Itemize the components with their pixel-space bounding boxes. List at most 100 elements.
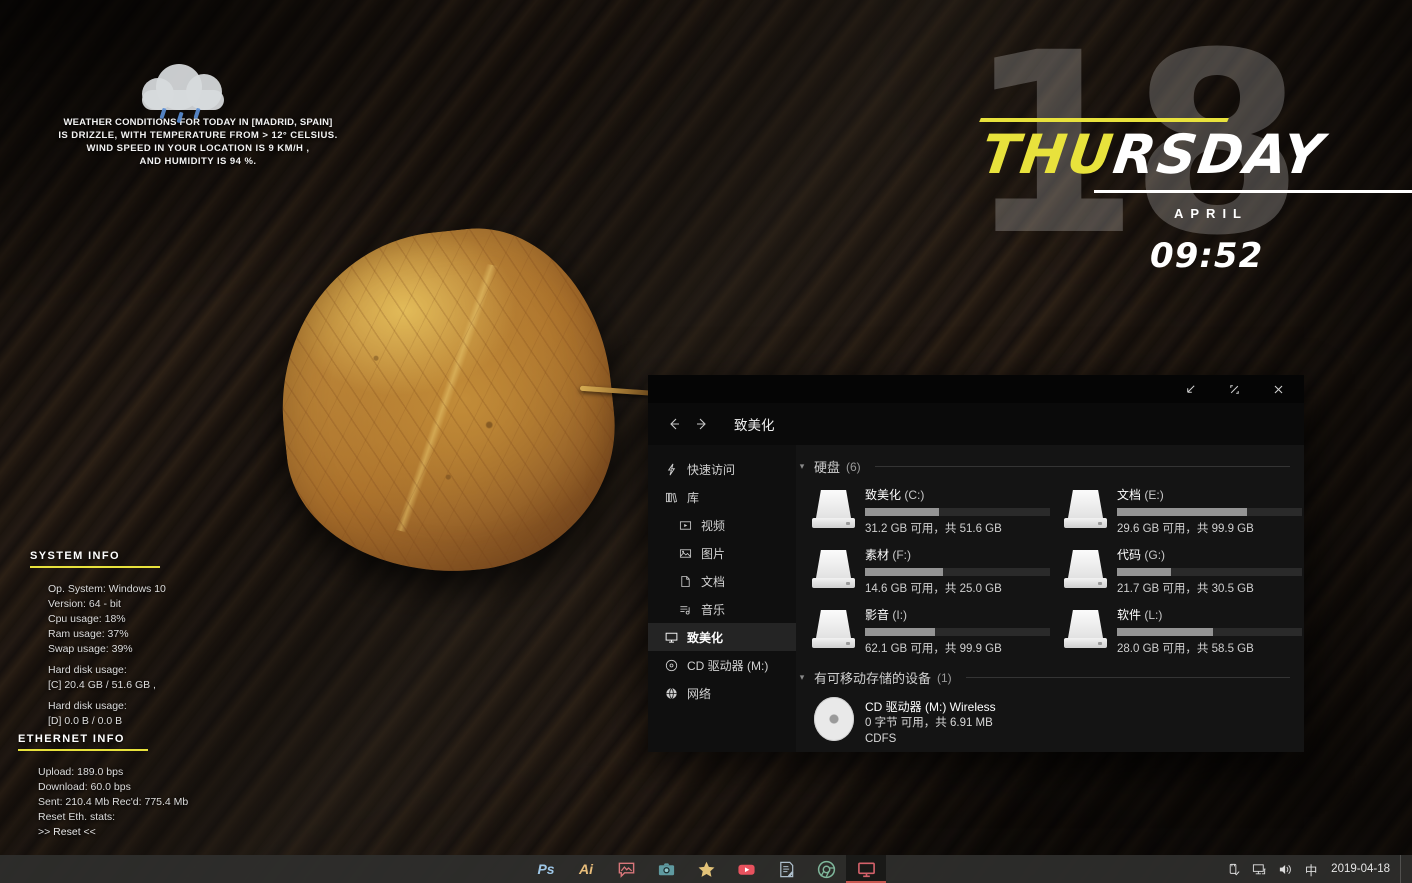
sidebar-label: 网络 <box>687 686 712 701</box>
day-name-rest: RSDAY <box>1109 123 1329 186</box>
content-pane[interactable]: ▾ 硬盘 (6) 致美化 (C:) 31.2 GB 可用，共 51.6 GB 文… <box>796 445 1304 752</box>
desktop[interactable]: WEATHER CONDITIONS FOR TODAY IN [MADRID,… <box>0 0 1412 883</box>
sidebar-item-cd-drive[interactable]: CD 驱动器 (M:) <box>648 651 796 679</box>
system-info-ram: Ram usage: 37% <box>48 628 129 640</box>
cloud-rain-icon <box>58 56 338 124</box>
ime-indicator[interactable]: 中 <box>1299 855 1323 883</box>
taskbar-item-favorites[interactable] <box>686 855 726 883</box>
sidebar-item-documents[interactable]: 文档 <box>648 567 796 595</box>
ethernet-info-widget: ETHERNET INFO Upload: 189.0 bps Download… <box>18 733 278 840</box>
section-header-hard-disks[interactable]: ▾ 硬盘 (6) <box>796 457 1290 476</box>
image-viewer-icon <box>618 862 634 878</box>
library-icon <box>664 490 679 505</box>
system-info-disk1-value: [C] 20.4 GB / 51.6 GB , <box>48 679 156 691</box>
monitor-icon <box>857 862 875 877</box>
minimize-button[interactable] <box>1168 375 1212 403</box>
minimize-icon <box>1186 384 1195 393</box>
sidebar-item-music[interactable]: 音乐 <box>648 595 796 623</box>
drive-item[interactable]: 文档 (E:) 29.6 GB 可用，共 99.9 GB <box>1062 484 1304 538</box>
network-icon <box>664 686 679 701</box>
section-divider <box>965 677 1290 678</box>
taskbar-item-file-explorer[interactable] <box>846 855 886 883</box>
clock-time: 09:52 <box>1150 236 1264 276</box>
volume-icon[interactable] <box>1273 855 1297 883</box>
window-title-bar[interactable] <box>648 375 1304 403</box>
taskbar-item-image-viewer[interactable] <box>606 855 646 883</box>
chevron-down-icon[interactable]: ▾ <box>796 672 808 683</box>
cd-drive-item[interactable]: CD 驱动器 (M:) Wireless 0 字节 可用，共 6.91 MB C… <box>810 695 1290 749</box>
close-button[interactable] <box>1256 375 1300 403</box>
section-count: (6) <box>846 459 861 474</box>
capacity-bar <box>865 628 1050 636</box>
wallpaper-leaf <box>265 215 676 589</box>
drive-name: 代码 <box>1117 548 1142 562</box>
music-icon <box>678 602 693 617</box>
weather-line-2: IS DRIZZLE, WITH TEMPERATURE FROM > 12° … <box>58 130 338 141</box>
camera-icon <box>658 862 674 875</box>
system-info-version: Version: 64 - bit <box>48 598 121 610</box>
capacity-bar <box>865 508 1050 516</box>
system-info-swap: Swap usage: 39% <box>48 643 133 655</box>
taskbar[interactable]: Ps Ai 中 2019-04-18 <box>0 855 1412 883</box>
drive-item[interactable]: 代码 (G:) 21.7 GB 可用，共 30.5 GB <box>1062 544 1304 598</box>
drive-capacity: 21.7 GB 可用，共 30.5 GB <box>1117 583 1254 595</box>
sidebar-label: 图片 <box>701 546 726 561</box>
file-explorer-window[interactable]: 致美化 快速访问 库 视频 图片 文档 音乐 致美化 CD 驱动器 (M:) 网… <box>648 375 1304 752</box>
picture-icon <box>678 546 693 561</box>
system-info-widget: SYSTEM INFO Op. System: Windows 10 Versi… <box>30 550 290 729</box>
drive-item[interactable]: 致美化 (C:) 31.2 GB 可用，共 51.6 GB <box>810 484 1052 538</box>
usb-eject-icon[interactable] <box>1221 855 1245 883</box>
ethernet-upload: Upload: 189.0 bps <box>38 766 124 778</box>
chrome-icon <box>817 860 835 878</box>
maximize-button[interactable] <box>1212 375 1256 403</box>
star-icon <box>698 861 714 877</box>
network-icon[interactable] <box>1247 855 1271 883</box>
day-rule-bottom <box>1094 190 1412 193</box>
hard-drive-icon <box>812 550 855 588</box>
taskbar-item-illustrator[interactable]: Ai <box>566 855 606 883</box>
video-icon <box>678 518 693 533</box>
section-divider <box>874 466 1290 467</box>
drive-capacity: 29.6 GB 可用，共 99.9 GB <box>1117 523 1254 535</box>
sidebar-label: 库 <box>687 490 700 505</box>
taskbar-item-notepad[interactable] <box>766 855 806 883</box>
clock-date[interactable]: 2019-04-18 <box>1325 863 1398 875</box>
taskbar-item-photoshop[interactable]: Ps <box>526 855 566 883</box>
sidebar-item-quick-access[interactable]: 快速访问 <box>648 455 796 483</box>
drive-item[interactable]: 影音 (I:) 62.1 GB 可用，共 99.9 GB <box>810 604 1052 658</box>
system-info-underline <box>30 566 160 568</box>
sidebar-item-network[interactable]: 网络 <box>648 679 796 707</box>
monitor-icon <box>664 630 679 645</box>
ethernet-reset-link[interactable]: >> Reset << <box>38 825 278 840</box>
section-header-removable[interactable]: ▾ 有可移动存储的设备 (1) <box>796 668 1290 687</box>
navigation-pane[interactable]: 快速访问 库 视频 图片 文档 音乐 致美化 CD 驱动器 (M:) 网络 <box>648 445 796 752</box>
taskbar-item-youtube[interactable] <box>726 855 766 883</box>
drive-name: 文档 <box>1117 488 1142 502</box>
drive-capacity: 28.0 GB 可用，共 58.5 GB <box>1117 643 1254 655</box>
sidebar-label: 音乐 <box>701 602 726 617</box>
system-info-disk2-label: Hard disk usage: <box>48 700 127 712</box>
drive-item[interactable]: 素材 (F:) 14.6 GB 可用，共 25.0 GB <box>810 544 1052 598</box>
show-desktop-button[interactable] <box>1400 855 1406 883</box>
taskbar-item-camera[interactable] <box>646 855 686 883</box>
taskbar-item-chrome[interactable] <box>806 855 846 883</box>
sidebar-item-this-pc[interactable]: 致美化 <box>648 623 796 651</box>
sidebar-item-videos[interactable]: 视频 <box>648 511 796 539</box>
forward-button[interactable] <box>688 410 716 438</box>
sidebar-item-pictures[interactable]: 图片 <box>648 539 796 567</box>
navigation-bar[interactable]: 致美化 <box>648 403 1304 445</box>
sidebar-item-library[interactable]: 库 <box>648 483 796 511</box>
arrow-right-icon <box>697 418 706 430</box>
sidebar-label: 致美化 <box>687 630 724 645</box>
chevron-down-icon[interactable]: ▾ <box>796 461 808 472</box>
back-button[interactable] <box>660 410 688 438</box>
weather-line-1: WEATHER CONDITIONS FOR TODAY IN [MADRID,… <box>63 117 333 128</box>
drive-item[interactable]: 软件 (L:) 28.0 GB 可用，共 58.5 GB <box>1062 604 1304 658</box>
ethernet-sent-recd: Sent: 210.4 Mb Rec'd: 775.4 Mb <box>38 796 189 808</box>
drive-letter: (C:) <box>904 488 925 502</box>
system-info-title: SYSTEM INFO <box>30 550 120 562</box>
system-tray[interactable]: 中 2019-04-18 <box>1221 855 1406 883</box>
hard-drive-icon <box>812 610 855 648</box>
weather-widget: WEATHER CONDITIONS FOR TODAY IN [MADRID,… <box>58 56 338 168</box>
drive-name: 致美化 <box>865 488 902 502</box>
